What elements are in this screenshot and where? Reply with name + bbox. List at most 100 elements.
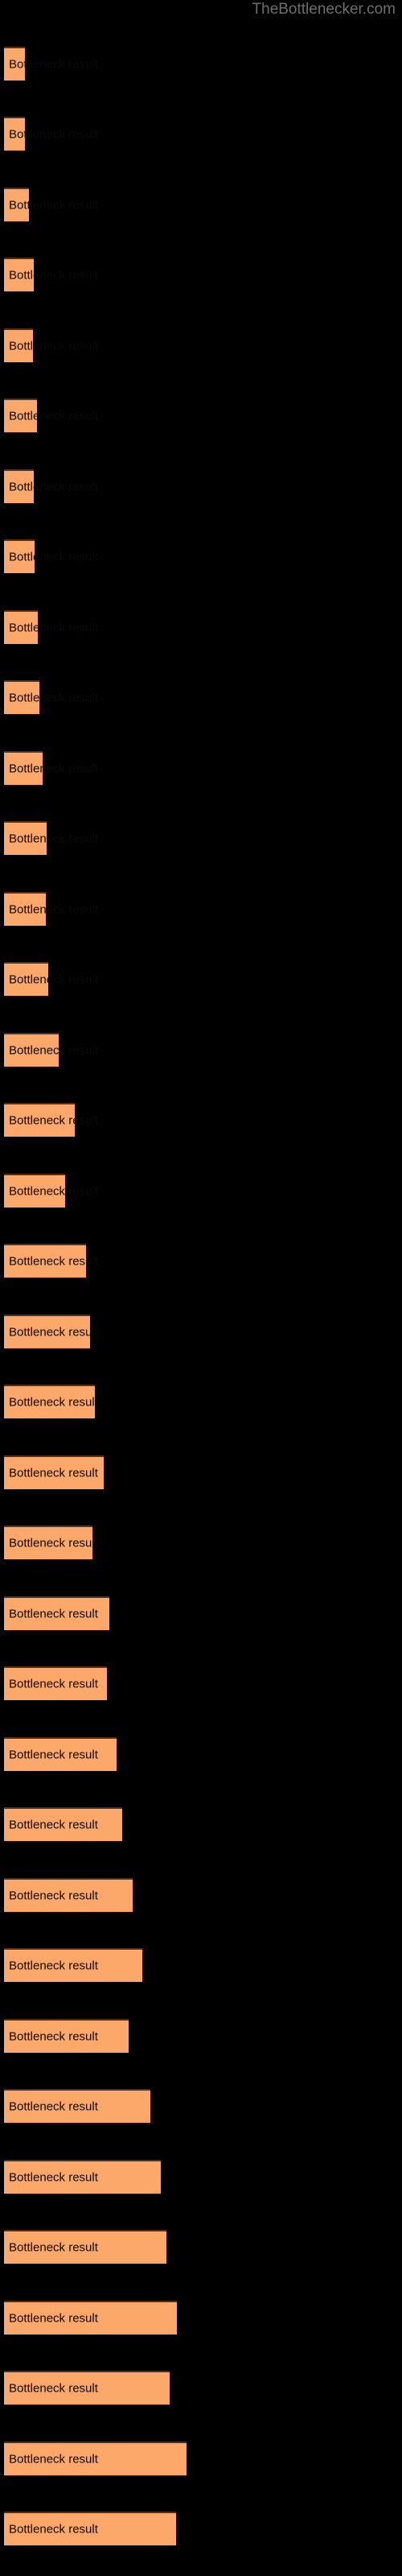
bar[interactable]: Bottleneck result <box>4 1948 142 1982</box>
bar[interactable]: Bottleneck result <box>4 1033 98 1067</box>
bar-label: Bottleneck result <box>9 832 98 846</box>
bar[interactable]: Bottleneck result <box>4 469 98 503</box>
bar-row: Bottleneck result <box>0 2301 402 2334</box>
bar[interactable]: Bottleneck result <box>4 1174 98 1208</box>
bar-label: Bottleneck result <box>9 2170 98 2185</box>
bar-label: Bottleneck result <box>9 972 98 987</box>
bar[interactable]: Bottleneck result <box>4 47 98 80</box>
bar[interactable]: Bottleneck result <box>4 2160 161 2194</box>
bar-label: Bottleneck result <box>9 198 98 213</box>
bar-row: Bottleneck result <box>0 2019 402 2053</box>
bar-row: Bottleneck result <box>0 398 402 432</box>
bar-label: Bottleneck result <box>9 621 98 635</box>
bar-label: Bottleneck result <box>9 2381 98 2396</box>
bar[interactable]: Bottleneck result <box>4 539 98 573</box>
bar-label: Bottleneck result <box>9 2240 98 2255</box>
bar-label: Bottleneck result <box>9 268 98 283</box>
bar-label: Bottleneck result <box>9 902 98 917</box>
bar[interactable]: Bottleneck result <box>4 962 98 996</box>
bar[interactable]: Bottleneck result <box>4 1455 104 1489</box>
bar-row: Bottleneck result <box>0 2371 402 2405</box>
bar[interactable]: Bottleneck result <box>4 1315 98 1348</box>
bars-layer: Bottleneck result Bottleneck result Bottle… <box>0 0 402 2576</box>
bar-label: Bottleneck result <box>9 1395 98 1410</box>
bar-label: Bottleneck result <box>9 762 98 776</box>
bar-row: Bottleneck result <box>0 1878 402 1912</box>
bar[interactable]: Bottleneck result <box>4 328 98 362</box>
bar-row: Bottleneck result <box>0 188 402 221</box>
bar-row: Bottleneck result <box>0 1033 402 1067</box>
bar-row: Bottleneck result <box>0 2089 402 2123</box>
bar-label: Bottleneck result <box>9 409 98 423</box>
bar[interactable]: Bottleneck result <box>4 2230 166 2264</box>
bar-row: Bottleneck result <box>0 1244 402 1278</box>
bar-label: Bottleneck result <box>9 1959 98 1973</box>
bar[interactable]: Bottleneck result <box>4 1525 98 1559</box>
bar-row: Bottleneck result <box>0 1525 402 1559</box>
bar-label: Bottleneck result <box>9 1748 98 1762</box>
bar-row: Bottleneck result <box>0 1948 402 1982</box>
bar-label: Bottleneck result <box>9 339 98 353</box>
bar[interactable]: Bottleneck result <box>4 1596 109 1630</box>
bar-row: Bottleneck result <box>0 539 402 573</box>
bar-row: Bottleneck result <box>0 1807 402 1841</box>
bar-row: Bottleneck result <box>0 1737 402 1771</box>
bar[interactable]: Bottleneck result <box>4 680 98 714</box>
bar[interactable]: Bottleneck result <box>4 117 98 151</box>
bar-label: Bottleneck result <box>9 2099 98 2114</box>
bar-label: Bottleneck result <box>9 2311 98 2326</box>
bar-row: Bottleneck result <box>0 751 402 785</box>
bar-label: Bottleneck result <box>9 1113 98 1128</box>
bar-label: Bottleneck result <box>9 1677 98 1691</box>
bar[interactable]: Bottleneck result <box>4 258 98 291</box>
bar-row: Bottleneck result <box>0 2230 402 2264</box>
bar[interactable]: Bottleneck result <box>4 821 98 855</box>
bar[interactable]: Bottleneck result <box>4 2301 177 2334</box>
bar-row: Bottleneck result <box>0 2512 402 2545</box>
bar[interactable]: Bottleneck result <box>4 1666 107 1700</box>
bar-row: Bottleneck result <box>0 1174 402 1208</box>
bar[interactable]: Bottleneck result <box>4 1807 122 1841</box>
bar[interactable]: Bottleneck result <box>4 1103 98 1137</box>
bar[interactable]: Bottleneck result <box>4 892 98 926</box>
bar-row: Bottleneck result <box>0 2442 402 2475</box>
bar-row: Bottleneck result <box>0 328 402 362</box>
bar-label: Bottleneck result <box>9 1889 98 1903</box>
bar-label: Bottleneck result <box>9 57 98 72</box>
bar[interactable]: Bottleneck result <box>4 1737 117 1771</box>
bar-label: Bottleneck result <box>9 691 98 705</box>
bar-row: Bottleneck result <box>0 680 402 714</box>
bar-row: Bottleneck result <box>0 1315 402 1348</box>
bar-row: Bottleneck result <box>0 1666 402 1700</box>
bar[interactable]: Bottleneck result <box>4 2442 187 2475</box>
bar-label: Bottleneck result <box>9 1607 98 1621</box>
bar-row: Bottleneck result <box>0 1103 402 1137</box>
bar-label: Bottleneck result <box>9 1818 98 1832</box>
bar[interactable]: Bottleneck result <box>4 2512 176 2545</box>
bar-row: Bottleneck result <box>0 47 402 80</box>
bar-row: Bottleneck result <box>0 821 402 855</box>
bar[interactable]: Bottleneck result <box>4 188 98 221</box>
bar-label: Bottleneck result <box>9 127 98 142</box>
bar-label: Bottleneck result <box>9 2522 98 2537</box>
bar-row: Bottleneck result <box>0 962 402 996</box>
bar[interactable]: Bottleneck result <box>4 398 98 432</box>
bar[interactable]: Bottleneck result <box>4 1244 98 1278</box>
bar[interactable]: Bottleneck result <box>4 2371 170 2405</box>
bar-row: Bottleneck result <box>0 1596 402 1630</box>
bar-row: Bottleneck result <box>0 2160 402 2194</box>
bar[interactable]: Bottleneck result <box>4 2019 129 2053</box>
bar-row: Bottleneck result <box>0 1455 402 1489</box>
bar-row: Bottleneck result <box>0 117 402 151</box>
bar[interactable]: Bottleneck result <box>4 1878 133 1912</box>
bar[interactable]: Bottleneck result <box>4 2089 150 2123</box>
bar-label: Bottleneck result <box>9 480 98 494</box>
bar-row: Bottleneck result <box>0 1385 402 1418</box>
bar[interactable]: Bottleneck result <box>4 610 98 644</box>
bottleneck-bar-chart: TheBottlenecker.com Bottleneck result Bot… <box>0 0 402 2576</box>
bar-label: Bottleneck result <box>9 1536 98 1550</box>
bar[interactable]: Bottleneck result <box>4 1385 98 1418</box>
bar[interactable]: Bottleneck result <box>4 751 98 785</box>
bar-label: Bottleneck result <box>9 1254 98 1269</box>
bar-row: Bottleneck result <box>0 469 402 503</box>
